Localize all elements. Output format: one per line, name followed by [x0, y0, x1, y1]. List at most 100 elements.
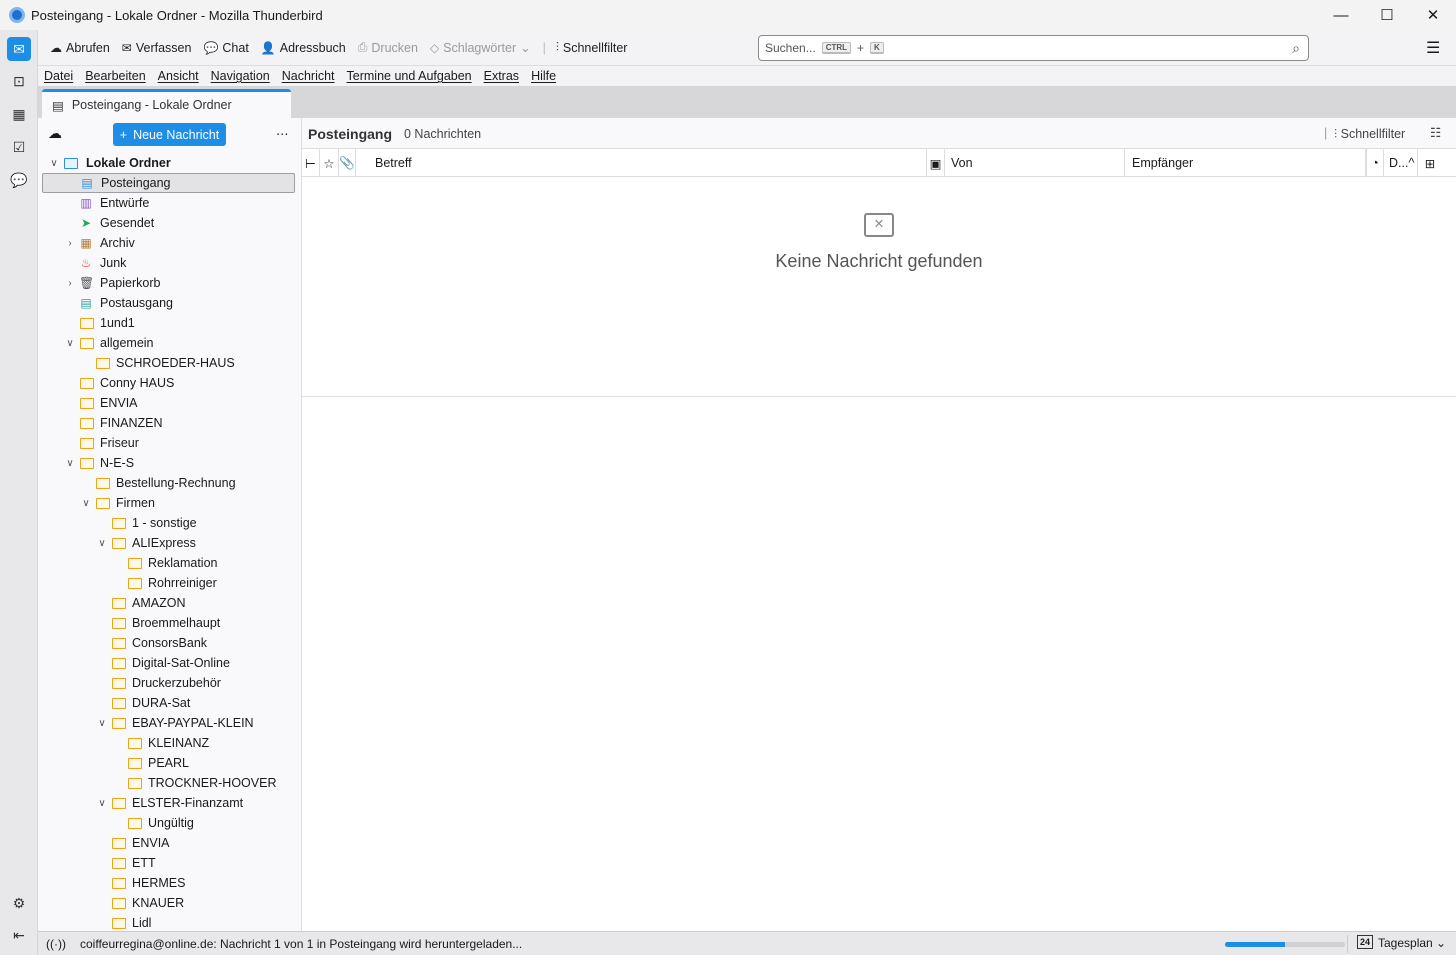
chevron-right-icon[interactable]: › — [64, 278, 76, 289]
app-menu-icon[interactable]: ☰ — [1426, 38, 1440, 58]
attachment-column-icon[interactable]: 📎 — [339, 149, 356, 177]
menu-nachricht[interactable]: Nachricht — [282, 69, 335, 83]
chevron-right-icon[interactable]: › — [64, 238, 76, 249]
column-picker-icon[interactable]: ⊞ — [1418, 149, 1442, 177]
print-button[interactable]: ⎙ Drucken — [352, 40, 424, 55]
online-status-icon[interactable]: ((·)) — [46, 937, 66, 951]
folder-entwürfe[interactable]: ▥ Entwürfe — [42, 193, 295, 213]
folder-rohrreiniger[interactable]: Rohrreiniger — [42, 573, 295, 593]
folder-1-sonstige[interactable]: 1 - sonstige — [42, 513, 295, 533]
folder-1und1[interactable]: 1und1 — [42, 313, 295, 333]
folder-envia[interactable]: ENVIA — [42, 393, 295, 413]
folder-archiv[interactable]: › ▦ Archiv — [42, 233, 295, 253]
new-message-button[interactable]: + Neue Nachricht — [113, 123, 226, 146]
folder-dura-sat[interactable]: DURA-Sat — [42, 693, 295, 713]
search-input[interactable]: Suchen... CTRL + K ⌕ — [758, 35, 1309, 61]
settings-gear-icon[interactable]: ⚙ — [7, 891, 31, 915]
close-button[interactable]: ✕ — [1410, 0, 1456, 30]
menu-navigation[interactable]: Navigation — [211, 69, 270, 83]
collapse-spaces-icon[interactable]: ⇤ — [7, 923, 31, 947]
get-messages-button[interactable]: ☁ Abrufen — [44, 41, 116, 55]
folder-kleinanz[interactable]: KLEINANZ — [42, 733, 295, 753]
folder-n-e-s[interactable]: ∨ N-E-S — [42, 453, 295, 473]
menu-hilfe[interactable]: Hilfe — [531, 69, 556, 83]
chevron-down-icon[interactable]: ∨ — [80, 498, 92, 509]
folder-lidl[interactable]: Lidl — [42, 913, 295, 933]
maximize-button[interactable]: ☐ — [1364, 0, 1410, 30]
folder-reklamation[interactable]: Reklamation — [42, 553, 295, 573]
folder-junk[interactable]: ♨ Junk — [42, 253, 295, 273]
search-icon[interactable]: ⌕ — [1292, 40, 1300, 57]
chat-button[interactable]: 💬 Chat — [197, 41, 254, 55]
menu-termine-und-aufgaben[interactable]: Termine und Aufgaben — [347, 69, 472, 83]
minimize-button[interactable]: — — [1318, 0, 1364, 30]
quick-filter-button[interactable]: | ⫶ Schnellfilter — [537, 40, 634, 55]
folder-druckerzubehör[interactable]: Druckerzubehör — [42, 673, 295, 693]
folder-pane-more-button[interactable]: ⋯ — [276, 126, 289, 141]
menu-bearbeiten[interactable]: Bearbeiten — [85, 69, 145, 83]
divider: | — [542, 40, 546, 55]
folder-digital-sat-online[interactable]: Digital-Sat-Online — [42, 653, 295, 673]
chat-space-icon[interactable]: 💬 — [7, 168, 31, 192]
folder-conny-haus[interactable]: Conny HAUS — [42, 373, 295, 393]
folder-knauer[interactable]: KNAUER — [42, 893, 295, 913]
folder-ebay-paypal-klein[interactable]: ∨ EBAY-PAYPAL-KLEIN — [42, 713, 295, 733]
folder-consorsbank[interactable]: ConsorsBank — [42, 633, 295, 653]
column-header: ⊢ ☆ 📎 Betreff ▣ Von Empfänger ◔ D... ^ ⊞ — [302, 149, 1456, 177]
chevron-down-icon[interactable]: ∨ — [64, 338, 76, 349]
compose-button[interactable]: ✉ Verfassen — [116, 41, 198, 55]
address-book-button[interactable]: 👤 Adressbuch — [255, 41, 352, 55]
folder-papierkorb[interactable]: › 🗑 Papierkorb — [42, 273, 295, 293]
address-book-space-icon[interactable]: ⊡ — [7, 69, 31, 93]
folder-label: N-E-S — [100, 456, 135, 470]
tab-inbox[interactable]: ▤ Posteingang - Lokale Ordner — [42, 89, 291, 118]
calendar-space-icon[interactable]: ▦ — [7, 102, 31, 126]
folder-trockner-hoover[interactable]: TROCKNER-HOOVER — [42, 773, 295, 793]
chevron-down-icon[interactable]: ∨ — [96, 538, 108, 549]
folder-broemmelhaupt[interactable]: Broemmelhaupt — [42, 613, 295, 633]
folder-lokale-ordner[interactable]: ∨ Lokale Ordner — [42, 153, 295, 173]
junk-status-column-icon[interactable]: ◔ — [1366, 149, 1384, 177]
folder-finanzen[interactable]: FINANZEN — [42, 413, 295, 433]
folder-friseur[interactable]: Friseur — [42, 433, 295, 453]
folder-icon — [80, 397, 94, 409]
folder-postausgang[interactable]: ▤ Postausgang — [42, 293, 295, 313]
folder-pearl[interactable]: PEARL — [42, 753, 295, 773]
folder-allgemein[interactable]: ∨ allgemein — [42, 333, 295, 353]
folder-icon — [128, 577, 142, 589]
chevron-down-icon[interactable]: ∨ — [96, 718, 108, 729]
folder-firmen[interactable]: ∨ Firmen — [42, 493, 295, 513]
folder-gesendet[interactable]: ➤ Gesendet — [42, 213, 295, 233]
subject-column[interactable]: Betreff — [356, 149, 926, 177]
chevron-down-icon[interactable]: ∨ — [96, 798, 108, 809]
folder-ungültig[interactable]: Ungültig — [42, 813, 295, 833]
folder-amazon[interactable]: AMAZON — [42, 593, 295, 613]
tag-button[interactable]: ◇ Schlagwörter ⌄ — [424, 40, 537, 56]
folder-aliexpress[interactable]: ∨ ALIExpress — [42, 533, 295, 553]
date-column[interactable]: D... ^ — [1384, 149, 1418, 177]
menu-datei[interactable]: Datei — [44, 69, 73, 83]
folder-bestellung-rechnung[interactable]: Bestellung-Rechnung — [42, 473, 295, 493]
from-column[interactable]: Von — [945, 149, 1125, 177]
get-messages-icon[interactable]: ☁ — [48, 125, 62, 142]
folder-hermes[interactable]: HERMES — [42, 873, 295, 893]
mail-space-icon[interactable]: ✉ — [7, 37, 31, 61]
tasks-space-icon[interactable]: ☑ — [7, 135, 31, 159]
menu-extras[interactable]: Extras — [484, 69, 519, 83]
chevron-down-icon[interactable]: ∨ — [48, 158, 60, 169]
folder-posteingang[interactable]: ▤ Posteingang — [42, 173, 295, 193]
folder-ett[interactable]: ETT — [42, 853, 295, 873]
correspondent-column-icon[interactable]: ▣ — [926, 149, 945, 177]
folder-schroeder-haus[interactable]: SCHROEDER-HAUS — [42, 353, 295, 373]
menu-ansicht[interactable]: Ansicht — [158, 69, 199, 83]
star-column-icon[interactable]: ☆ — [320, 149, 339, 177]
recipient-column[interactable]: Empfänger — [1125, 149, 1366, 177]
chevron-down-icon[interactable]: ∨ — [64, 458, 76, 469]
quick-filter-button[interactable]: ⫶ Schnellfilter — [1334, 127, 1405, 142]
folder-icon — [112, 837, 126, 849]
folder-elster-finanzamt[interactable]: ∨ ELSTER-Finanzamt — [42, 793, 295, 813]
folder-envia[interactable]: ENVIA — [42, 833, 295, 853]
today-pane-button[interactable]: Tagesplan ⌄ — [1378, 936, 1446, 950]
thread-column-icon[interactable]: ⊢ — [302, 149, 320, 177]
display-options-icon[interactable]: ☷ — [1430, 125, 1441, 140]
